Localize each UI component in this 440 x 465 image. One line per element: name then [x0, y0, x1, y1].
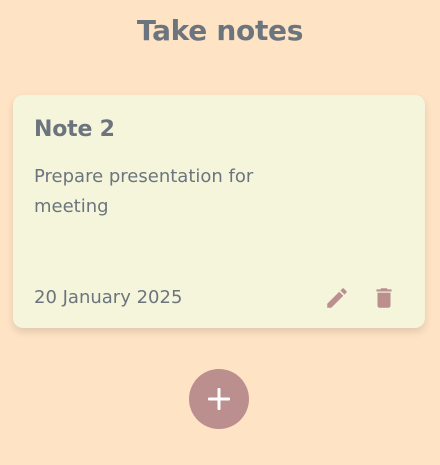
- plus-icon: [208, 388, 230, 410]
- note-date: 20 January 2025: [34, 287, 183, 308]
- note-title: Note 2: [34, 117, 115, 142]
- add-note-button[interactable]: [189, 369, 249, 429]
- page-title: Take notes: [136, 14, 304, 47]
- trash-icon: [376, 288, 392, 308]
- pencil-icon: [327, 288, 347, 308]
- note-card: Note 2 Prepare presentation for meeting …: [13, 95, 425, 328]
- note-body: Prepare presentation for meeting: [34, 166, 254, 217]
- delete-note-button[interactable]: [371, 285, 397, 311]
- edit-note-button[interactable]: [324, 285, 350, 311]
